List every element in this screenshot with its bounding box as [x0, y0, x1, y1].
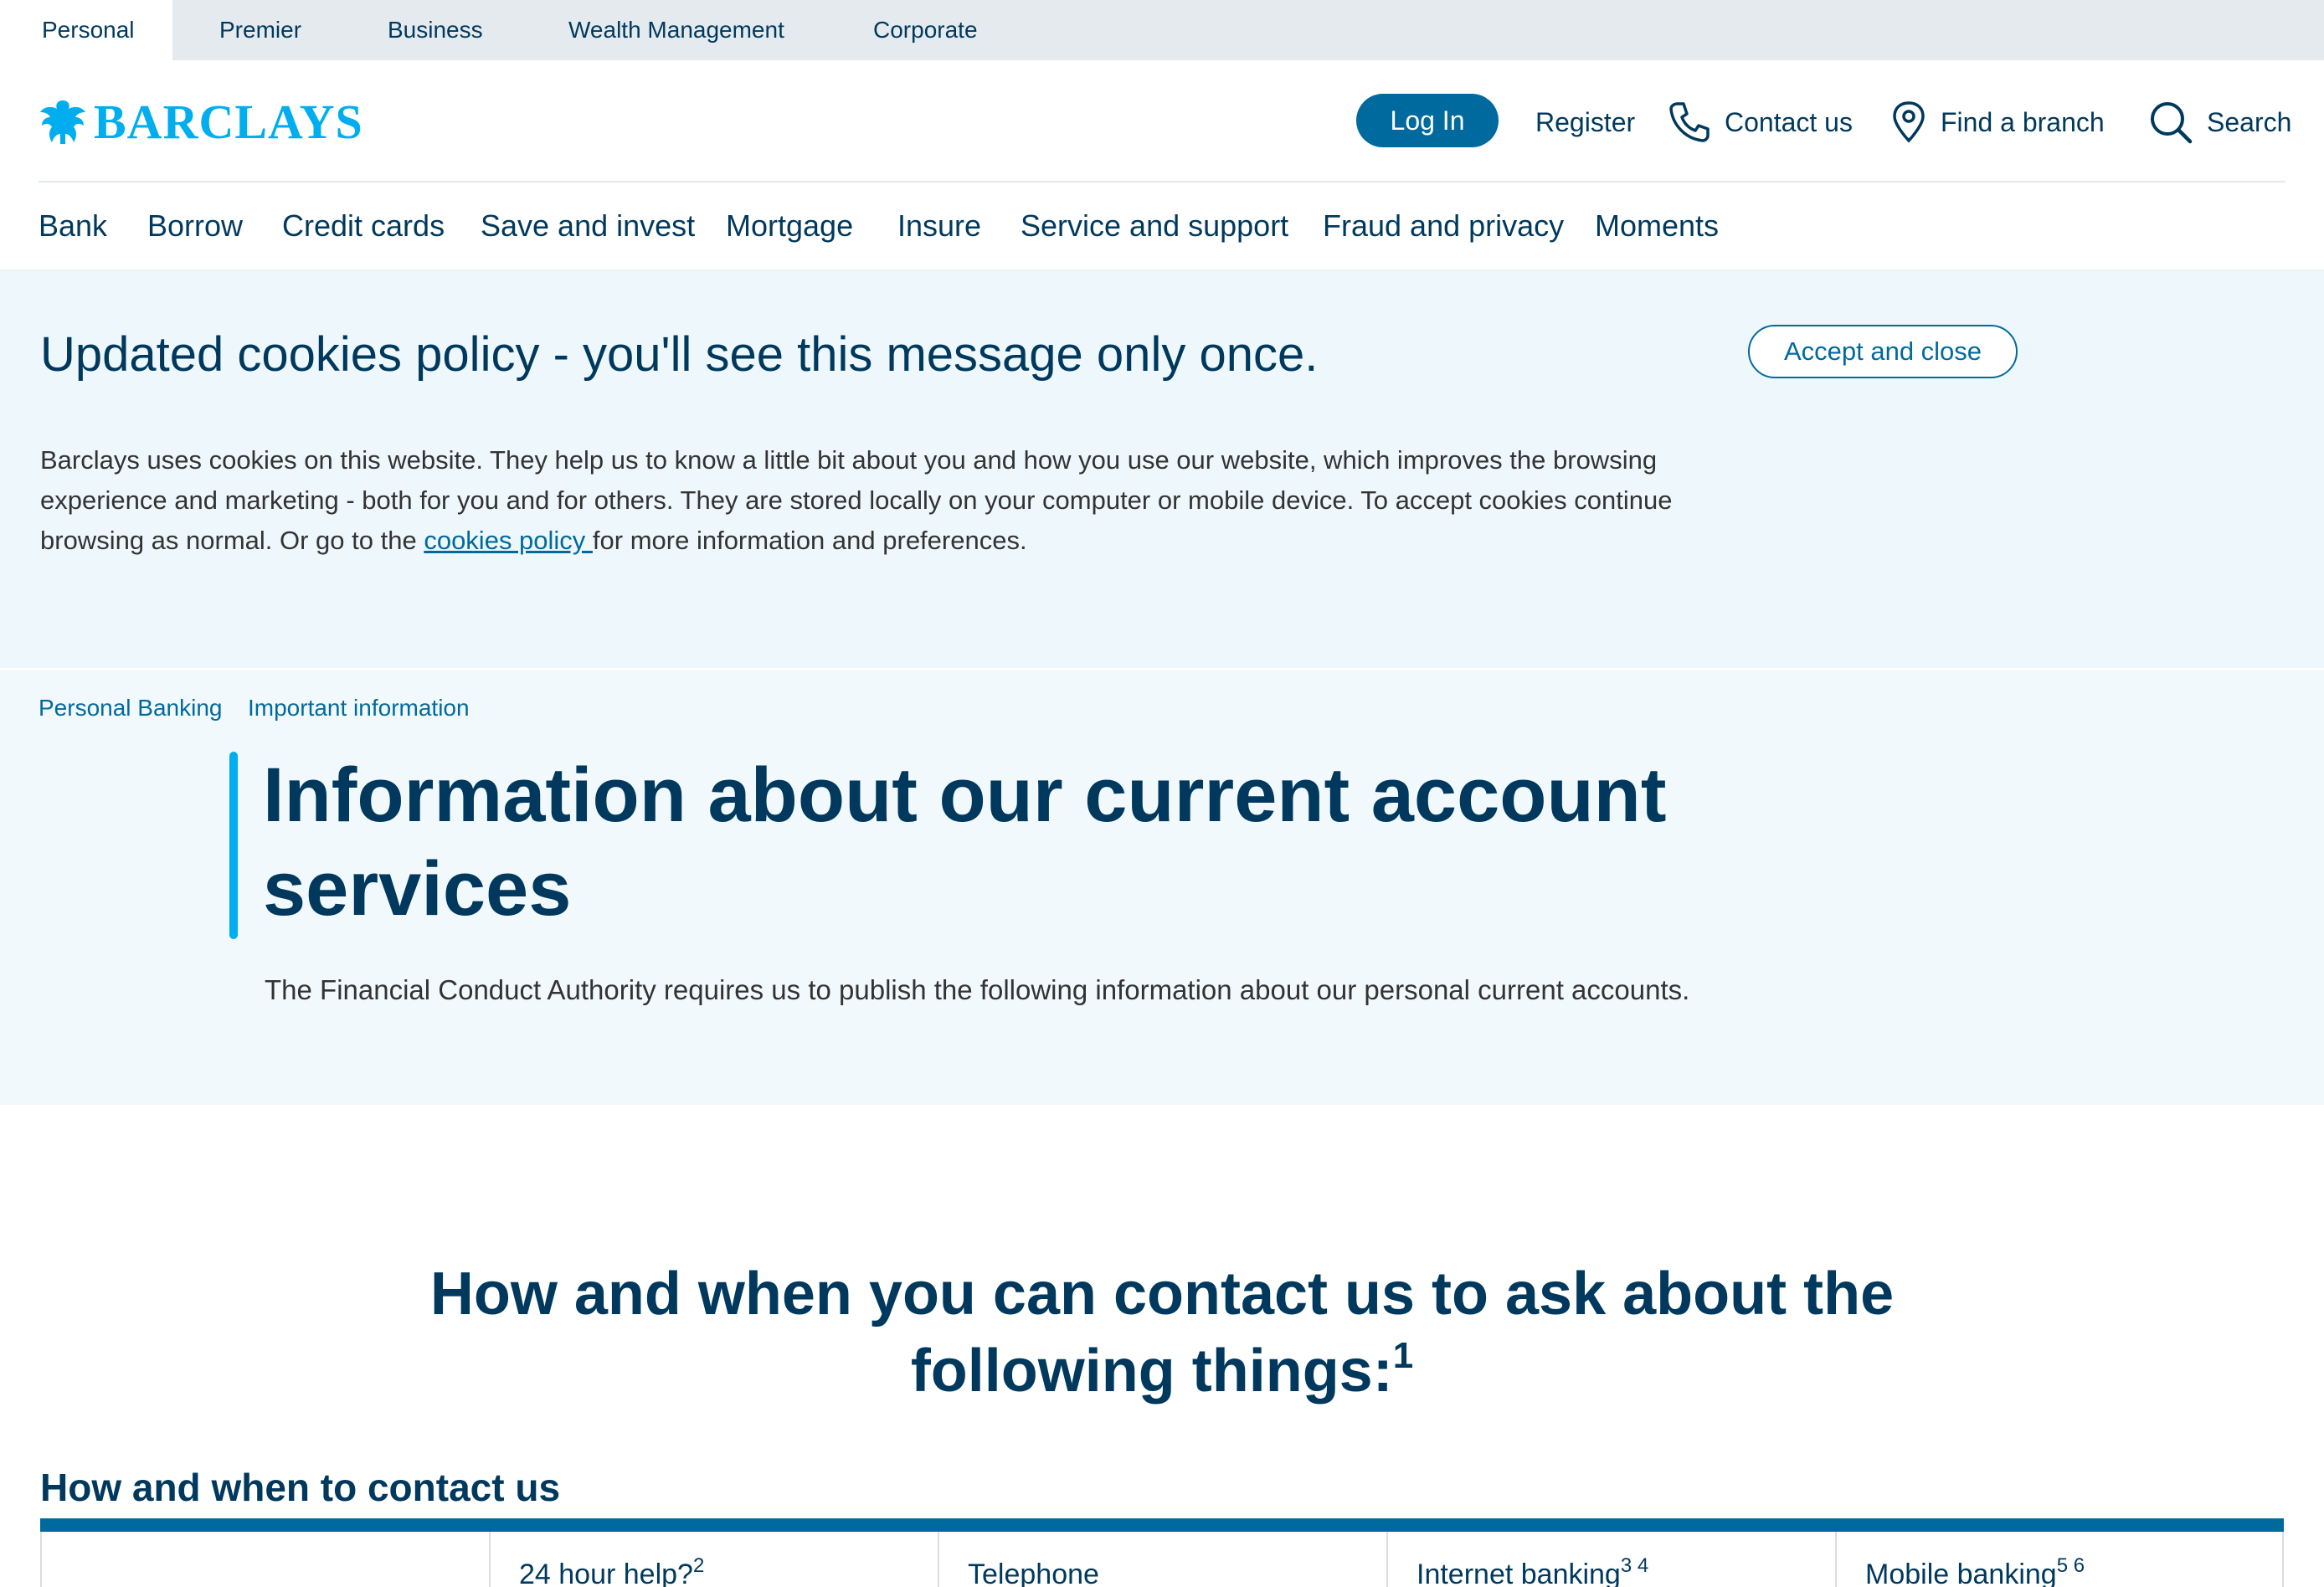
segment-tab-premier[interactable]: Premier — [219, 0, 301, 60]
register-link[interactable]: Register — [1535, 99, 1635, 146]
phone-icon — [1669, 102, 1710, 142]
page-title: Information about our current account se… — [263, 752, 1667, 932]
table-header-label: Internet banking — [1417, 1559, 1621, 1587]
nav-item-mortgage[interactable]: Mortgage — [726, 205, 853, 247]
contact-us-link[interactable]: Contact us — [1668, 99, 1853, 146]
table-header-label: 24 hour help? — [519, 1559, 693, 1587]
contact-us-label: Contact us — [1725, 106, 1853, 137]
table-header-row: 24 hour help?2 Telephone Internet bankin… — [40, 1532, 2284, 1587]
section-heading-text: How and when you can contact us to ask a… — [429, 1261, 1895, 1405]
breadcrumb-personal-banking[interactable]: Personal Banking — [39, 691, 222, 725]
table-header-24-hour-help: 24 hour help?2 — [491, 1532, 939, 1587]
section-heading-footnote[interactable]: 1 — [1393, 1335, 1413, 1376]
segment-tab-wealth-management[interactable]: Wealth Management — [568, 0, 784, 60]
header-divider — [39, 181, 2285, 182]
cookie-banner-text: Barclays uses cookies on this website. T… — [40, 440, 1715, 561]
login-button[interactable]: Log In — [1356, 94, 1499, 147]
segment-tab-business[interactable]: Business — [388, 0, 483, 60]
find-branch-label: Find a branch — [1941, 106, 2105, 137]
location-pin-icon — [1893, 101, 1925, 143]
table-header-label: Telephone — [968, 1559, 1099, 1587]
table-header-empty — [42, 1532, 491, 1587]
search-label: Search — [2207, 106, 2292, 137]
barclays-logo[interactable]: BARCLAYS — [39, 94, 363, 150]
table-header-internet-banking: Internet banking3 4 — [1388, 1532, 1837, 1587]
footnote-ref[interactable]: 5 6 — [2057, 1554, 2085, 1577]
contact-table-heading: How and when to contact us — [40, 1466, 561, 1509]
nav-item-insure[interactable]: Insure — [897, 205, 981, 247]
nav-item-fraud-and-privacy[interactable]: Fraud and privacy — [1323, 205, 1564, 247]
segment-tab-corporate[interactable]: Corporate — [873, 0, 978, 60]
nav-item-credit-cards[interactable]: Credit cards — [282, 205, 445, 247]
table-header-telephone: Telephone — [939, 1532, 1388, 1587]
footnote-ref[interactable]: 2 — [693, 1554, 704, 1577]
cookie-text-after: for more information and preferences. — [592, 526, 1027, 555]
eagle-icon — [40, 100, 85, 144]
search-icon — [2151, 102, 2193, 144]
segment-bar: Personal Premier Business Wealth Managem… — [0, 0, 2324, 60]
section-heading: How and when you can contact us to ask a… — [325, 1256, 1999, 1410]
nav-item-borrow[interactable]: Borrow — [147, 205, 243, 247]
nav-item-save-and-invest[interactable]: Save and invest — [481, 205, 695, 247]
nav-item-service-and-support[interactable]: Service and support — [1021, 205, 1288, 247]
cookie-banner-title: Updated cookies policy - you'll see this… — [40, 327, 1319, 382]
table-top-rule — [40, 1518, 2284, 1532]
breadcrumb-important-information[interactable]: Important information — [248, 691, 470, 725]
table-header-mobile-banking: Mobile banking5 6 — [1837, 1532, 2284, 1587]
footnote-ref[interactable]: 3 4 — [1621, 1554, 1648, 1577]
table-header-label: Mobile banking — [1865, 1559, 2057, 1587]
nav-item-bank[interactable]: Bank — [39, 205, 107, 247]
accept-and-close-button[interactable]: Accept and close — [1748, 325, 2018, 378]
register-label: Register — [1535, 106, 1636, 137]
nav-item-moments[interactable]: Moments — [1595, 205, 1719, 247]
brand-name: BARCLAYS — [94, 95, 363, 149]
find-branch-link[interactable]: Find a branch — [1890, 99, 2105, 146]
segment-tab-personal[interactable]: Personal — [0, 0, 172, 60]
search-link[interactable]: Search — [2148, 99, 2291, 146]
page-subtitle: The Financial Conduct Authority requires… — [265, 974, 1690, 1005]
cookies-policy-link[interactable]: cookies policy — [424, 526, 593, 555]
hero-accent-bar — [229, 752, 238, 939]
